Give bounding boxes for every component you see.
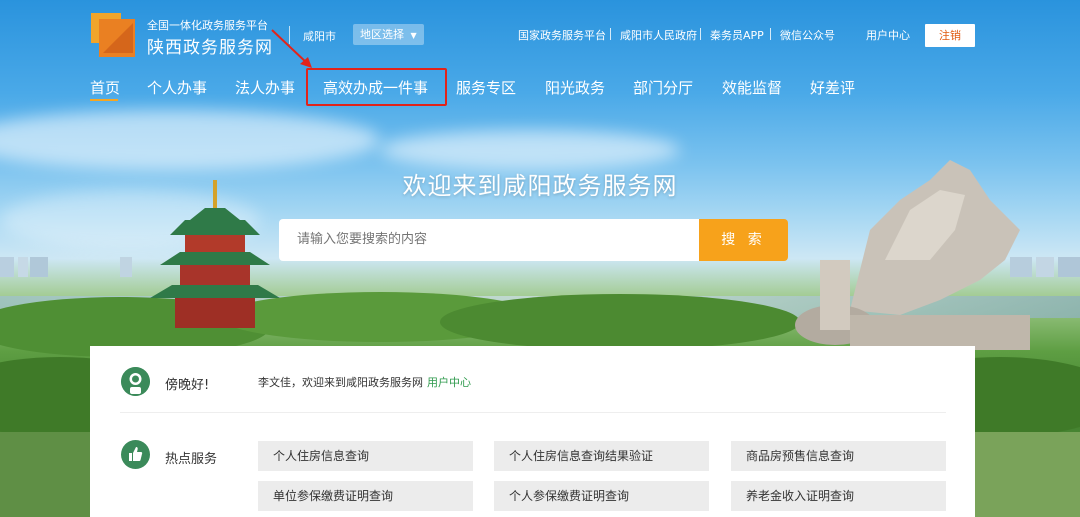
thumbs-up-icon (121, 440, 150, 469)
platform-subtitle: 全国一体化政务服务平台 (147, 19, 268, 32)
nav-departments[interactable]: 部门分厅 (633, 77, 693, 98)
user-center-link[interactable]: 用户中心 (866, 27, 910, 43)
region-select-label: 地区选择 (360, 28, 404, 41)
service-item[interactable]: 单位参保缴费证明查询 (258, 481, 473, 511)
service-item[interactable]: 个人住房信息查询结果验证 (494, 441, 709, 471)
site-logo[interactable] (91, 13, 135, 57)
panel-user-center-link[interactable]: 用户中心 (427, 374, 471, 390)
logout-button[interactable]: 注销 (925, 24, 975, 47)
service-item[interactable]: 个人住房信息查询 (258, 441, 473, 471)
divider (120, 412, 946, 413)
search-button[interactable]: 搜 索 (699, 219, 788, 261)
hero-welcome-title: 欢迎来到咸阳政务服务网 (402, 172, 678, 200)
link-app[interactable]: 秦务员APP (710, 27, 764, 43)
annotation-arrow (271, 29, 312, 68)
nav-service-zone[interactable]: 服务专区 (456, 77, 516, 98)
search-input[interactable] (279, 219, 699, 261)
link-national-platform[interactable]: 国家政务服务平台 (518, 27, 606, 43)
service-item[interactable]: 个人参保缴费证明查询 (494, 481, 709, 511)
link-wechat[interactable]: 微信公众号 (780, 27, 835, 43)
nav-legal-person[interactable]: 法人办事 (235, 77, 295, 98)
link-city-government[interactable]: 咸阳市人民政府 (620, 27, 697, 43)
hot-services-label: 热点服务 (165, 452, 218, 467)
nav-personal[interactable]: 个人办事 (147, 77, 207, 98)
nav-one-thing[interactable]: 高效办成一件事 (323, 77, 428, 98)
greeting-text: 傍晚好! (165, 378, 210, 393)
nav-rating[interactable]: 好差评 (810, 77, 855, 98)
service-item[interactable]: 商品房预售信息查询 (731, 441, 946, 471)
platform-title[interactable]: 陕西政务服务网 (147, 33, 273, 58)
nav-home[interactable]: 首页 (90, 77, 120, 98)
service-item[interactable]: 养老金收入证明查询 (731, 481, 946, 511)
welcome-user-text: 李文佳，欢迎来到咸阳政务服务网 (258, 376, 423, 389)
user-avatar-icon (121, 367, 150, 396)
nav-supervision[interactable]: 效能监督 (722, 77, 782, 98)
nav-sunshine-affairs[interactable]: 阳光政务 (545, 77, 605, 98)
nav-active-indicator (90, 99, 118, 101)
avatar[interactable] (121, 367, 150, 396)
caret-down-icon: ▼ (410, 31, 417, 40)
region-select-button[interactable]: 地区选择 ▼ (353, 24, 424, 45)
